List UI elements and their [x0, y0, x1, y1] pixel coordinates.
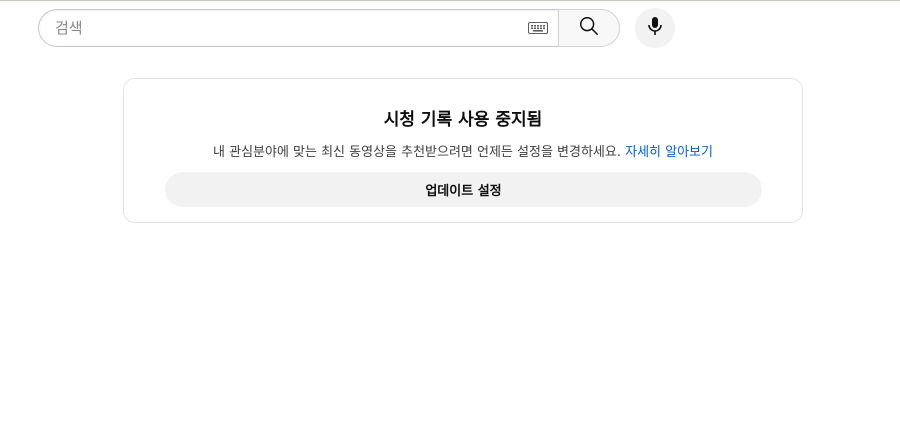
- history-paused-card: 시청 기록 사용 중지됨 내 관심분야에 맞는 최신 동영상을 추천받으려면 언…: [123, 78, 803, 223]
- keyboard-icon[interactable]: [518, 10, 558, 46]
- update-settings-button[interactable]: 업데이트 설정: [165, 172, 762, 207]
- top-divider: [0, 0, 900, 1]
- card-title: 시청 기록 사용 중지됨: [383, 110, 543, 130]
- search-box[interactable]: [38, 9, 558, 47]
- voice-search-button[interactable]: [635, 8, 675, 48]
- search-icon: [578, 15, 600, 41]
- card-description: 내 관심분야에 맞는 최신 동영상을 추천받으려면 언제든 설정을 변경하세요.…: [124, 141, 802, 160]
- search-button[interactable]: [558, 9, 620, 47]
- mic-icon: [646, 16, 664, 40]
- learn-more-link[interactable]: 자세히 알아보기: [625, 145, 713, 160]
- search-bar: [38, 9, 620, 47]
- card-description-text: 내 관심분야에 맞는 최신 동영상을 추천받으려면 언제든 설정을 변경하세요.: [213, 145, 621, 160]
- search-input[interactable]: [55, 10, 518, 46]
